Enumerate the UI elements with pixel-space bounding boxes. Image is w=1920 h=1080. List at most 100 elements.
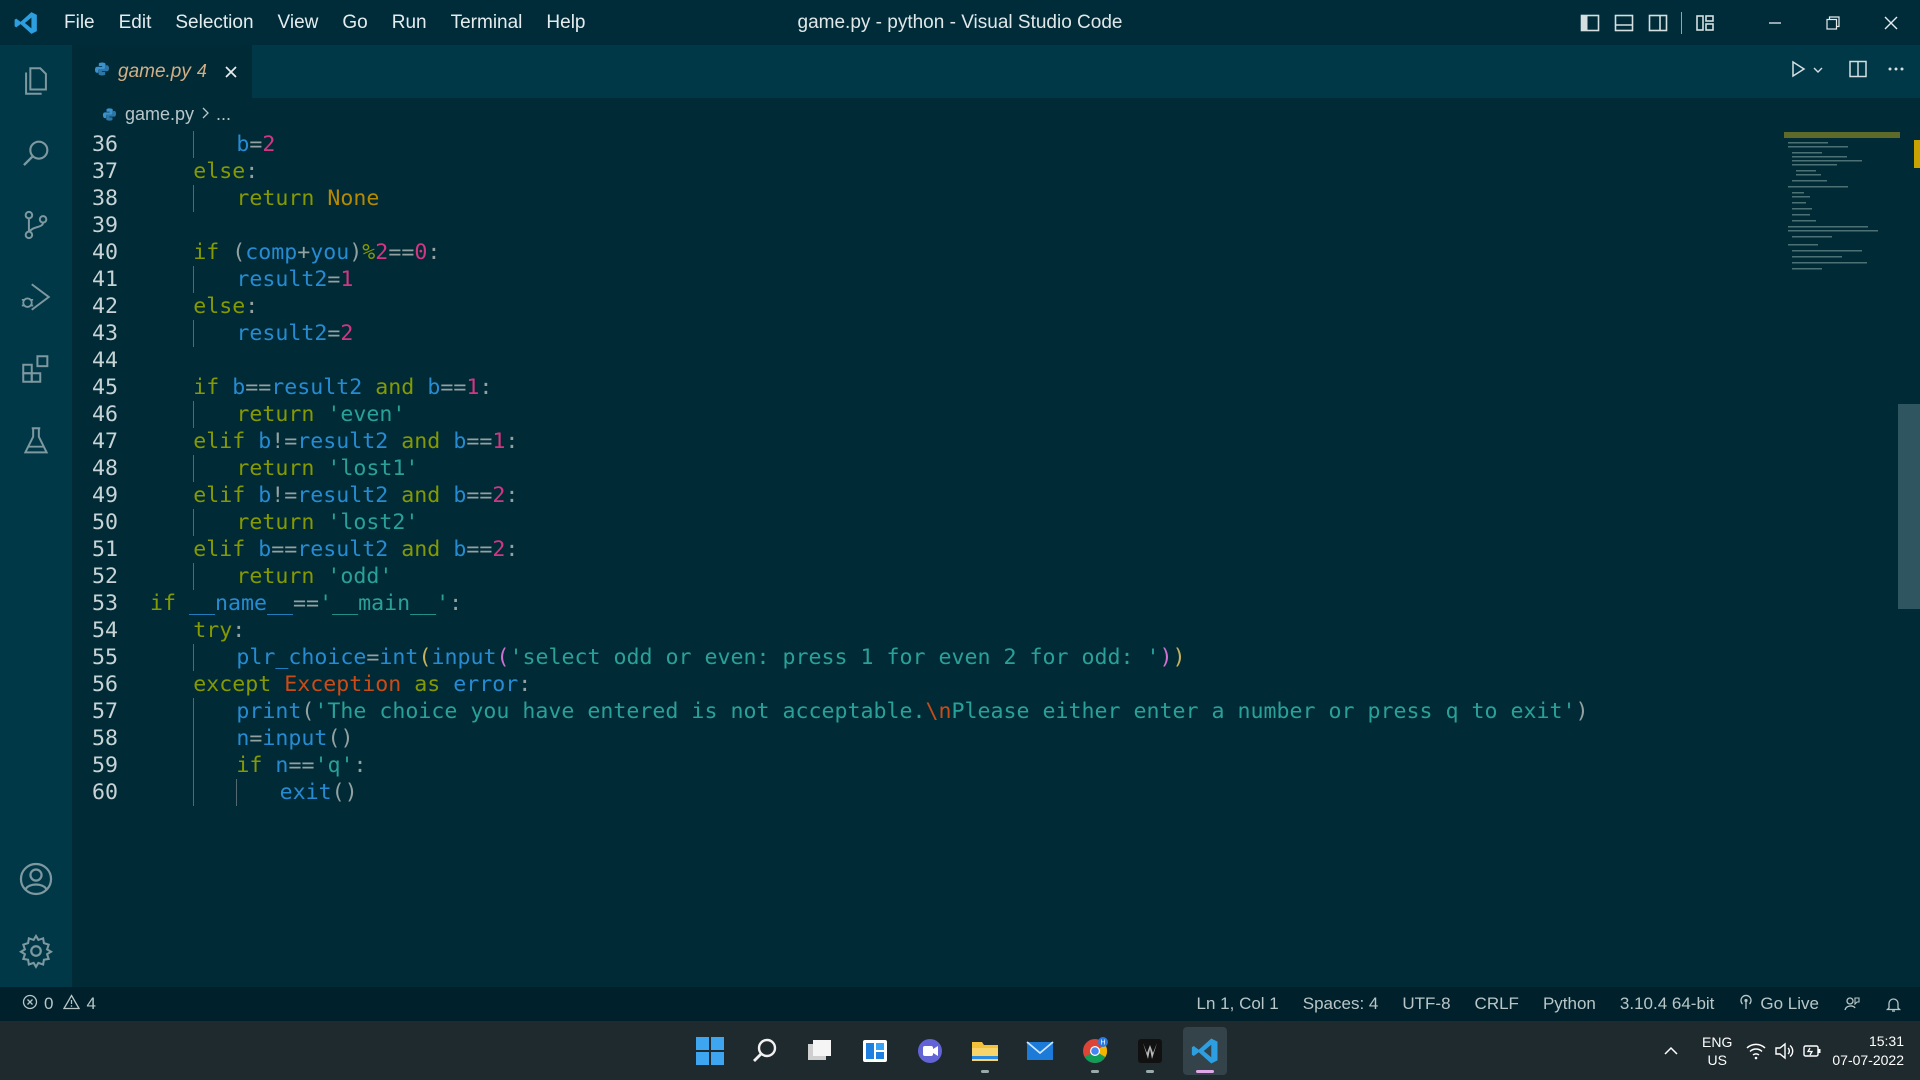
code-line[interactable]: 38 return None	[72, 185, 1772, 212]
clock[interactable]: 15:31 07-07-2022	[1832, 1032, 1904, 1070]
go-live-button[interactable]: Go Live	[1738, 994, 1819, 1015]
code-line[interactable]: 40 if (comp+you)%2==0:	[72, 239, 1772, 266]
code-line[interactable]: 37 else:	[72, 158, 1772, 185]
code-line[interactable]: 44	[72, 347, 1772, 374]
vscode-icon[interactable]	[1183, 1026, 1227, 1075]
customize-layout-icon[interactable]	[1688, 0, 1722, 45]
code-token: except	[193, 672, 272, 697]
search-icon[interactable]	[0, 117, 72, 189]
code-line[interactable]: 46 return 'even'	[72, 401, 1772, 428]
code-line[interactable]: 39	[72, 212, 1772, 239]
menu-selection[interactable]: Selection	[163, 0, 265, 45]
menu-go[interactable]: Go	[330, 0, 379, 45]
code-line[interactable]: 54 try:	[72, 617, 1772, 644]
indent-guide	[193, 266, 195, 293]
code-line[interactable]: 50 return 'lost2'	[72, 509, 1772, 536]
code-editor[interactable]: 35elif plr_choice==2:36b=237else:38retur…	[72, 130, 1920, 987]
run-python-file-icon[interactable]	[1788, 59, 1808, 84]
menu-edit[interactable]: Edit	[107, 0, 164, 45]
menu-view[interactable]: View	[266, 0, 331, 45]
minimap[interactable]	[1784, 132, 1900, 292]
split-editor-icon[interactable]	[1848, 59, 1868, 84]
source-control-icon[interactable]	[0, 189, 72, 261]
extensions-icon[interactable]	[0, 333, 72, 405]
code-line[interactable]: 51 elif b==result2 and b==2:	[72, 536, 1772, 563]
notifications-bell-icon[interactable]	[1885, 996, 1902, 1013]
file-explorer-icon[interactable]	[963, 1027, 1007, 1075]
end-of-line[interactable]: CRLF	[1475, 994, 1519, 1014]
code-line[interactable]: 47 elif b!=result2 and b==1:	[72, 428, 1772, 455]
code-text: b=2	[236, 131, 275, 158]
chevron-down-icon[interactable]	[1812, 63, 1824, 81]
chevron-up-icon[interactable]	[1662, 1042, 1680, 1060]
code-line[interactable]: 57 print('The choice you have entered is …	[72, 698, 1772, 725]
code-line[interactable]: 45 if b==result2 and b==1:	[72, 374, 1772, 401]
breadcrumb-symbols[interactable]: ...	[216, 104, 231, 125]
volume-icon[interactable]	[1774, 1042, 1794, 1060]
code-line[interactable]: 41 result2=1	[72, 266, 1772, 293]
toggle-primary-sidebar-icon[interactable]	[1573, 0, 1607, 45]
code-line[interactable]: 58 n=input()	[72, 725, 1772, 752]
toggle-panel-icon[interactable]	[1607, 0, 1641, 45]
code-line[interactable]: 55 plr_choice=int(input('select odd or ev…	[72, 644, 1772, 671]
mail-icon[interactable]	[1018, 1027, 1062, 1075]
search-icon[interactable]	[743, 1027, 787, 1075]
explorer-icon[interactable]	[0, 45, 72, 117]
menu-terminal[interactable]: Terminal	[439, 0, 535, 45]
vertical-scrollbar-thumb[interactable]	[1898, 404, 1920, 609]
predator-sense-icon[interactable]	[1128, 1027, 1172, 1075]
chat-icon[interactable]	[908, 1027, 952, 1075]
chrome-icon[interactable]: H	[1073, 1027, 1117, 1075]
code-line[interactable]: 56 except Exception as error:	[72, 671, 1772, 698]
indent-guide	[193, 455, 195, 482]
indent-guide	[193, 779, 195, 806]
indentation[interactable]: Spaces: 4	[1303, 994, 1379, 1014]
accounts-icon[interactable]	[0, 843, 72, 915]
running-indicator	[981, 1069, 989, 1073]
cursor-position[interactable]: Ln 1, Col 1	[1197, 994, 1279, 1014]
wifi-icon[interactable]	[1746, 1042, 1766, 1060]
tab-game-py[interactable]: game.py 4	[72, 45, 252, 98]
close-window-icon[interactable]	[1862, 0, 1920, 45]
more-actions-icon[interactable]	[1886, 59, 1906, 84]
testing-icon[interactable]	[0, 405, 72, 477]
widgets-icon[interactable]	[853, 1027, 897, 1075]
encoding[interactable]: UTF-8	[1402, 994, 1450, 1014]
start-icon[interactable]	[688, 1027, 732, 1075]
code-line[interactable]: 42 else:	[72, 293, 1772, 320]
code-line[interactable]: 59 if n=='q':	[72, 752, 1772, 779]
restore-icon[interactable]	[1804, 0, 1862, 45]
run-debug-icon[interactable]	[0, 261, 72, 333]
problems-status[interactable]: 0 4	[22, 993, 96, 1015]
code-line[interactable]: 43 result2=2	[72, 320, 1772, 347]
code-line[interactable]: 53 if __name__=='__main__':	[72, 590, 1772, 617]
battery-icon[interactable]	[1802, 1042, 1822, 1060]
code-line[interactable]: 49 elif b!=result2 and b==2:	[72, 482, 1772, 509]
line-number: 43	[91, 321, 118, 346]
code-token: else	[193, 159, 246, 184]
language-indicator[interactable]: ENG US	[1702, 1033, 1732, 1069]
code-line[interactable]: 60 exit()	[72, 779, 1772, 806]
manage-gear-icon[interactable]	[0, 915, 72, 987]
code-token: %	[362, 240, 376, 265]
code-token: (	[219, 240, 246, 265]
code-token: result2	[297, 537, 389, 562]
code-text: if b==result2 and b==1:	[193, 374, 492, 401]
task-view-icon[interactable]	[798, 1027, 842, 1075]
language-mode[interactable]: Python	[1543, 994, 1596, 1014]
feedback-icon[interactable]	[1843, 995, 1861, 1013]
scrollbar-warning-marker	[1914, 140, 1920, 168]
minimize-icon[interactable]	[1746, 0, 1804, 45]
code-line[interactable]: 48 return 'lost1'	[72, 455, 1772, 482]
code-token: +	[297, 240, 311, 265]
code-line[interactable]: 52 return 'odd'	[72, 563, 1772, 590]
breadcrumb-file[interactable]: game.py	[125, 104, 194, 125]
close-tab-icon[interactable]	[221, 62, 241, 82]
menu-help[interactable]: Help	[534, 0, 597, 45]
python-interpreter[interactable]: 3.10.4 64-bit	[1620, 994, 1715, 1014]
code-line[interactable]: 36 b=2	[72, 131, 1772, 158]
menu-file[interactable]: File	[52, 0, 107, 45]
menu-run[interactable]: Run	[380, 0, 439, 45]
toggle-secondary-sidebar-icon[interactable]	[1641, 0, 1675, 45]
